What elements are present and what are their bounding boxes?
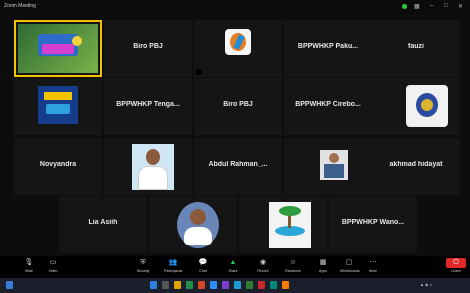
minimize-icon[interactable]: –: [430, 3, 433, 9]
whiteboard-icon: ▢: [345, 259, 353, 266]
window-title: Zoom Meeting: [4, 3, 36, 9]
weather-icon[interactable]: [6, 281, 13, 289]
participant-name: Lia Asiih: [88, 219, 118, 226]
participant-photo: [177, 202, 219, 248]
participant-name: Biro PBJ: [223, 101, 253, 108]
participant-name: fauzi: [408, 43, 424, 50]
maximize-icon[interactable]: □: [444, 3, 448, 9]
participant-name: Abdul Rahman_...: [208, 161, 268, 168]
participant-tile[interactable]: [149, 196, 237, 253]
organization-logo: [225, 29, 251, 55]
video-camera-icon: ▭: [49, 259, 57, 266]
app-icon[interactable]: [222, 281, 229, 289]
apps-icon: ▦: [319, 259, 327, 266]
participant-tile[interactable]: Biro PBJ: [104, 20, 192, 77]
chat-icon: 💬: [198, 259, 208, 266]
zoom-taskbar-icon[interactable]: [210, 281, 217, 289]
meeting-controls-bar: 🎙 Mute ▭ Video ⛨ Security 👥 Participants 💬 Ch…: [0, 256, 470, 278]
organization-logo: [269, 202, 311, 248]
organization-logo: [38, 86, 78, 124]
start-icon[interactable]: [150, 281, 157, 289]
leave-icon: ⏻: [446, 258, 466, 268]
apps-button[interactable]: ▦ Apps: [314, 258, 332, 276]
participant-name: BPPWHKP Tenga...: [116, 101, 180, 108]
participant-name-tag: [196, 69, 202, 75]
view-icon[interactable]: ▦: [414, 3, 420, 10]
participant-tile[interactable]: Novyandra: [14, 138, 102, 195]
participant-name: BPPWHKP Wano...: [341, 219, 405, 226]
participant-tile[interactable]: [239, 196, 327, 253]
shield-icon: ⛨: [140, 259, 146, 266]
record-icon: ◉: [259, 259, 267, 266]
participant-tile[interactable]: [194, 20, 282, 77]
leave-button[interactable]: ⏻ Leave: [446, 258, 466, 276]
participant-tile[interactable]: [104, 138, 192, 195]
participant-gallery: Biro PBJ BPPWHKP Paku... fauzi BPPWHKP T…: [14, 20, 460, 253]
people-icon: 👥: [168, 259, 178, 266]
search-icon[interactable]: [162, 281, 169, 289]
participants-button[interactable]: 👥 Participants: [164, 258, 182, 276]
office-icon[interactable]: [198, 281, 205, 289]
participant-name: BPPWHKP Paku...: [297, 43, 359, 50]
participant-tile[interactable]: BPPWHKP Cirebo...: [284, 78, 372, 135]
chat-button[interactable]: 💬 Chat: [194, 258, 212, 276]
security-button[interactable]: ⛨ Security: [134, 258, 152, 276]
app-icon[interactable]: [258, 281, 265, 289]
participant-tile[interactable]: BPPWHKP Wano...: [329, 196, 417, 253]
participant-tile[interactable]: akhmad hidayat: [372, 138, 460, 195]
close-icon[interactable]: ✕: [458, 3, 463, 10]
share-screen-icon: ▲: [229, 259, 237, 266]
participant-photo: [132, 144, 174, 190]
shared-video-thumbnail: [18, 24, 98, 73]
whiteboards-button[interactable]: ▢ Whiteboards: [340, 258, 360, 276]
system-tray[interactable]: ▲ ◈ ♫: [420, 282, 432, 287]
app-icon[interactable]: [282, 281, 289, 289]
participant-name: Biro PBJ: [133, 43, 163, 50]
participant-tile[interactable]: [284, 138, 372, 195]
windows-taskbar: ▲ ◈ ♫: [0, 278, 470, 293]
participant-name: akhmad hidayat: [389, 161, 443, 168]
participant-tile[interactable]: Abdul Rahman_...: [194, 138, 282, 195]
participant-name: BPPWHKP Cirebo...: [295, 101, 361, 108]
reactions-button[interactable]: ☺ Reactions: [284, 258, 302, 276]
video-button[interactable]: ▭ Video: [44, 258, 62, 276]
participant-tile[interactable]: Lia Asiih: [59, 196, 147, 253]
title-bar: Zoom Meeting ▦ – □ ✕: [0, 0, 470, 14]
participant-photo: [320, 150, 348, 180]
participant-tile[interactable]: [372, 78, 460, 135]
organization-logo: [406, 85, 448, 127]
more-button[interactable]: ⋯ More: [364, 258, 382, 276]
microphone-icon: 🎙: [24, 259, 34, 266]
participant-tile[interactable]: [14, 20, 102, 77]
app-icon[interactable]: [234, 281, 241, 289]
participant-tile[interactable]: BPPWHKP Tenga...: [104, 78, 192, 135]
security-shield-icon[interactable]: [402, 4, 407, 9]
participant-tile[interactable]: fauzi: [372, 20, 460, 77]
file-explorer-icon[interactable]: [174, 281, 181, 289]
record-button[interactable]: ◉ Record: [254, 258, 272, 276]
app-icon[interactable]: [270, 281, 277, 289]
mute-button[interactable]: 🎙 Mute: [20, 258, 38, 276]
participant-tile[interactable]: [14, 78, 102, 135]
more-icon: ⋯: [369, 259, 377, 266]
smiley-icon: ☺: [289, 259, 297, 266]
app-icon[interactable]: [246, 281, 253, 289]
participant-tile[interactable]: Biro PBJ: [194, 78, 282, 135]
participant-tile[interactable]: BPPWHKP Paku...: [284, 20, 372, 77]
share-screen-button[interactable]: ▲ Share: [224, 258, 242, 276]
browser-icon[interactable]: [186, 281, 193, 289]
participant-name: Novyandra: [39, 161, 77, 168]
